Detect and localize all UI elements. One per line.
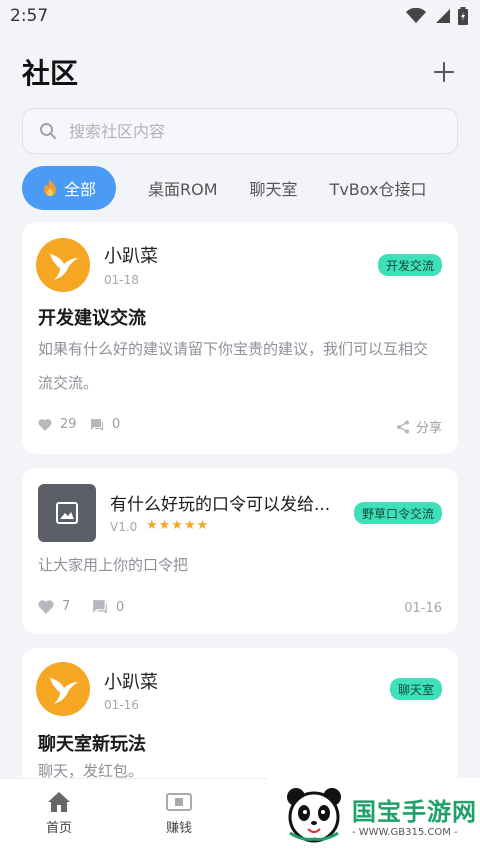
post-date: 01-16 [104,698,139,712]
comment-count: 0 [116,599,125,615]
share-icon [396,420,409,433]
post-thumbnail[interactable] [38,484,96,542]
nav-home[interactable]: 首页 [46,791,72,836]
avatar[interactable] [36,238,90,292]
like-stat[interactable]: 29 [38,417,77,432]
share-button[interactable]: 分享 [396,417,442,436]
category-tag[interactable]: 野草口令交流 [353,502,442,524]
like-count: 29 [60,417,77,432]
nav-home-label: 首页 [46,821,73,836]
comment-stat[interactable]: 0 [90,417,120,432]
watermark-url: - WWW.GB315.COM - [352,827,458,838]
signal-icon [436,9,450,23]
watermark-title: 国宝手游网 [352,798,477,826]
avatar[interactable] [36,662,90,716]
watermark: 国宝手游网 - WWW.GB315.COM - [268,778,480,852]
status-bar: 2:57 [0,0,480,32]
wifi-icon [406,8,426,23]
image-icon [56,502,78,524]
watermark-text: 国宝手游网 - WWW.GB315.COM - [352,792,477,838]
heart-icon [38,419,52,431]
search-icon [40,123,56,139]
tab-tvbox[interactable]: TvBox仓接口 [330,176,427,200]
category-tag[interactable]: 开发交流 [377,254,442,276]
comment-stat[interactable]: 0 [92,599,124,615]
nav-earn[interactable]: 赚钱 [166,791,192,836]
author-name[interactable]: 小趴菜 [104,668,158,694]
post-title: 有什么好玩的口令可以发给... [110,495,331,515]
battery-icon [458,7,468,25]
search-input[interactable] [69,121,457,141]
comment-count: 0 [112,417,121,432]
post-card[interactable]: 小趴菜 01-16 聊天室 聊天室新玩法 聊天，发红包。 [22,648,458,788]
share-label: 分享 [415,421,442,436]
tab-all[interactable]: 全部 [22,166,117,210]
panda-logo-icon [287,788,341,843]
post-body: 如果有什么好的建议请留下你宝贵的建议，我们可以互相交流交流。 [38,340,429,392]
comment-icon [91,418,103,431]
rating-stars: ★★★★★ [146,518,210,533]
header: 社区 [22,50,458,94]
app-version: V1.0 [110,520,138,534]
hummingbird-icon [50,254,78,280]
like-count: 7 [62,599,71,614]
post-date: 01-16 [404,601,442,616]
fire-icon [44,179,56,196]
search-bar[interactable] [22,108,458,154]
post-card[interactable]: 小趴菜 01-18 开发交流 开发建议交流 如果有什么好的建议请留下你宝贵的建议… [22,222,458,454]
category-tabs: 全部 桌面ROM 聊天室 TvBox仓接口 [22,166,480,210]
post-title: 聊天室新玩法 [38,734,146,755]
comment-icon [93,600,107,614]
post-date: 01-18 [104,273,139,287]
post-card[interactable]: 有什么好玩的口令可以发给... V1.0 ★★★★★ 野草口令交流 让大家用上你… [22,468,458,634]
tab-all-label: 全部 [64,180,97,199]
heart-icon [38,600,54,614]
status-icons [406,7,468,25]
home-icon [48,792,70,812]
like-stat[interactable]: 7 [38,599,70,614]
author-name[interactable]: 小趴菜 [104,242,158,268]
add-post-button[interactable] [430,58,458,86]
nav-earn-label: 赚钱 [166,821,193,836]
tab-desktop-rom[interactable]: 桌面ROM [148,176,218,200]
hummingbird-icon [50,678,78,704]
post-body: 让大家用上你的口令把 [38,556,189,574]
status-time: 2:57 [10,6,49,26]
page-title: 社区 [22,57,79,90]
post-title: 开发建议交流 [38,308,146,329]
category-tag[interactable]: 聊天室 [389,678,442,700]
tab-chatroom[interactable]: 聊天室 [250,176,298,200]
wallet-icon [166,793,192,811]
